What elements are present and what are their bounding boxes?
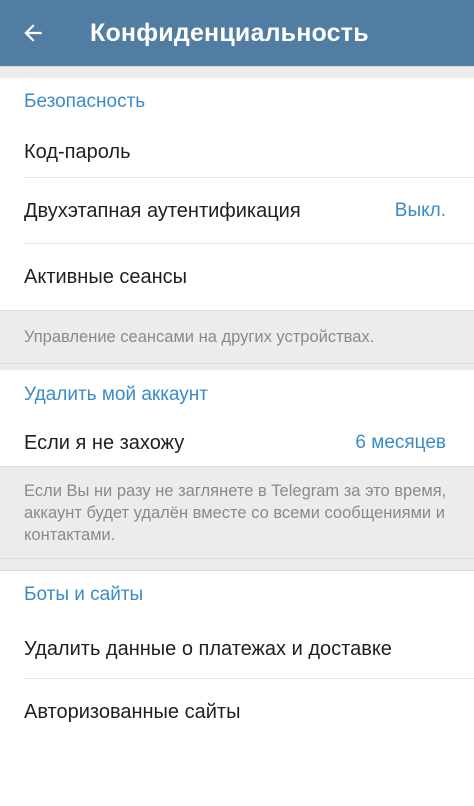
security-section: Безопасность Код-пароль Двухэтапная ауте… <box>0 78 474 310</box>
account-ttl-value: 6 месяцев <box>355 432 446 453</box>
account-ttl-row[interactable]: Если я не захожу 6 месяцев <box>0 420 474 466</box>
row-label: Код-пароль <box>24 140 131 163</box>
delete-account-info-text: Если Вы ни разу не заглянете в Telegram … <box>0 466 474 559</box>
two-step-verification-row[interactable]: Двухэтапная аутентификация Выкл. <box>0 178 474 244</box>
row-label: Двухэтапная аутентификация <box>24 199 301 222</box>
section-spacer <box>0 559 474 571</box>
row-label: Если я не захожу <box>24 431 185 454</box>
row-label: Авторизованные сайты <box>24 700 241 723</box>
two-step-status: Выкл. <box>394 200 446 221</box>
arrow-left-icon <box>24 24 42 42</box>
section-header-bots-websites: Боты и сайты <box>24 584 144 605</box>
active-sessions-row[interactable]: Активные сеансы <box>0 244 474 310</box>
page-title: Конфиденциальность <box>90 18 369 47</box>
section-header-security: Безопасность <box>24 91 146 112</box>
privacy-settings-screen: Конфиденциальность Безопасность Код-паро… <box>0 0 474 806</box>
app-bar: Конфиденциальность <box>0 0 474 66</box>
section-spacer <box>0 66 474 78</box>
delete-account-section: Удалить мой аккаунт Если я не захожу 6 м… <box>0 370 474 466</box>
section-header-delete-account: Удалить мой аккаунт <box>24 384 208 405</box>
authorized-websites-row[interactable]: Авторизованные сайты <box>0 679 474 745</box>
bots-websites-section: Боты и сайты Удалить данные о платежах и… <box>0 571 474 745</box>
row-label: Удалить данные о платежах и доставке <box>24 637 392 660</box>
sessions-info-text: Управление сеансами на других устройства… <box>0 310 474 364</box>
passcode-row[interactable]: Код-пароль <box>0 126 474 178</box>
row-label: Активные сеансы <box>24 265 188 288</box>
back-button[interactable] <box>0 0 66 66</box>
clear-payment-data-row[interactable]: Удалить данные о платежах и доставке <box>0 619 474 679</box>
